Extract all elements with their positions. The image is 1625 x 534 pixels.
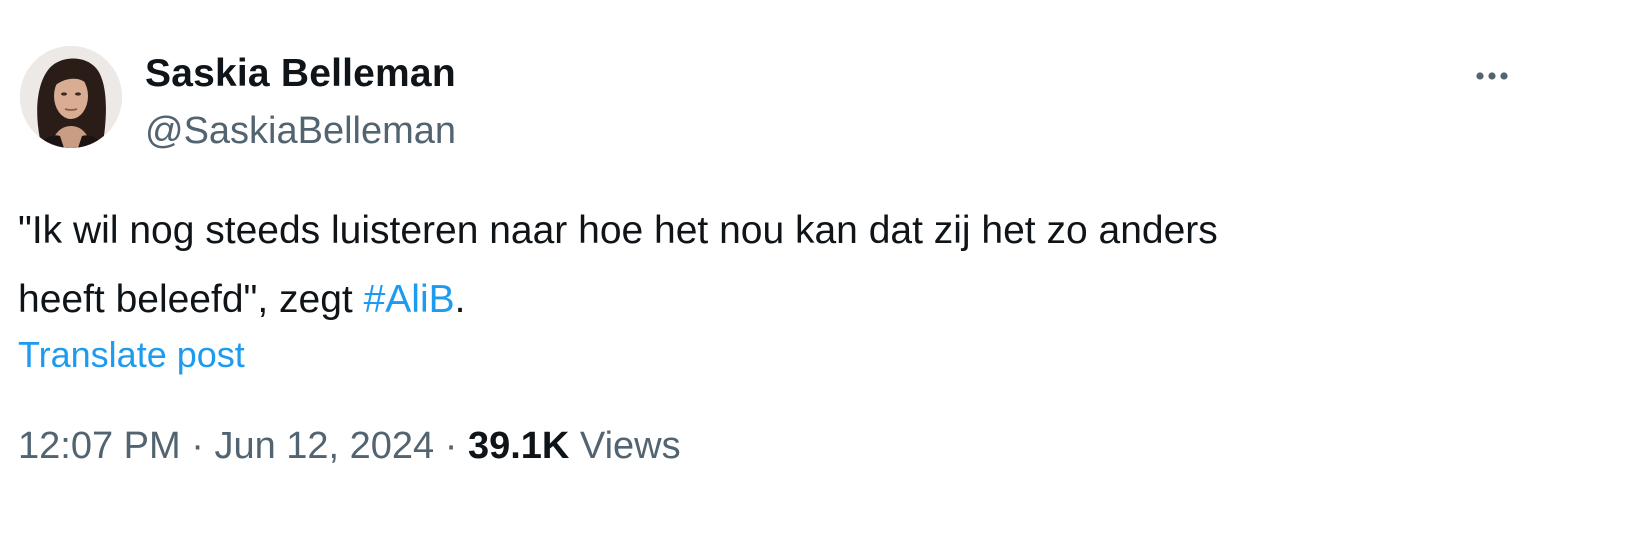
views-count: 39.1K [467,425,570,467]
tweet-card: Saskia Belleman @SaskiaBelleman "Ik wil … [0,0,1625,534]
tweet-text-line-1: "Ik wil nog steeds luisteren naar hoe he… [18,209,1218,252]
tweet-text: "Ik wil nog steeds luisteren naar hoe he… [18,196,1538,334]
tweet-text-segment: heeft beleefd", zegt [18,278,364,321]
timestamp-date[interactable]: Jun 12, 2024 [214,425,434,467]
tweet-metadata: 12:07 PM · Jun 12, 2024 · 39.1K Views [18,425,681,468]
more-options-button[interactable] [1462,56,1522,96]
hashtag-link[interactable]: #AliB [364,278,455,321]
timestamp-time[interactable]: 12:07 PM [18,425,181,467]
tweet-text-segment: . [454,278,466,321]
tweet-text-line-2: heeft beleefd", zegt #AliB. [18,265,1538,334]
more-horizontal-icon [1476,72,1508,80]
author-name[interactable]: Saskia Belleman [145,52,456,96]
author-handle[interactable]: @SaskiaBelleman [145,110,456,153]
translate-post-link[interactable]: Translate post [18,334,245,376]
meta-separator: · [180,425,215,467]
avatar[interactable] [20,46,122,148]
views-label: Views [569,425,681,467]
meta-separator: · [434,425,468,467]
avatar-photo [20,46,122,148]
